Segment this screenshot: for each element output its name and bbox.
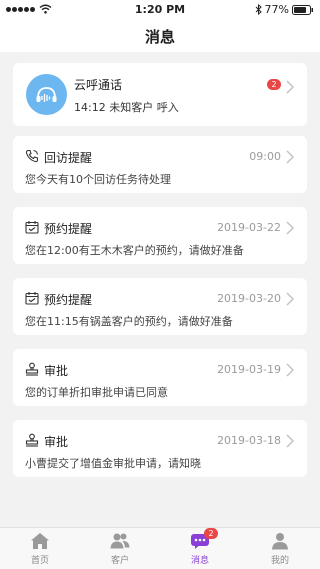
message-card-revisit[interactable]: 回访提醒 09:00 您今天有10个回访任务待处理 bbox=[13, 136, 307, 193]
stamp-icon bbox=[25, 433, 39, 447]
unread-badge: 2 bbox=[267, 79, 281, 90]
battery-icon bbox=[292, 4, 313, 15]
bluetooth-icon bbox=[255, 4, 262, 15]
nav-bar: 消息 bbox=[0, 20, 320, 52]
home-icon bbox=[31, 533, 49, 549]
message-title: 预约提醒 bbox=[44, 222, 93, 236]
message-date: 2019-03-20 bbox=[217, 292, 281, 305]
call-subtitle: 14:12 未知客户 呼入 bbox=[74, 101, 179, 114]
message-title: 预约提醒 bbox=[44, 293, 93, 307]
message-body: 您今天有10个回访任务待处理 bbox=[25, 173, 171, 186]
profile-icon bbox=[272, 533, 288, 550]
chevron-right-icon bbox=[286, 221, 295, 235]
messages-badge: 2 bbox=[204, 528, 218, 539]
message-body: 小曹提交了增值金审批申请，请知晓 bbox=[25, 457, 201, 470]
call-card[interactable]: 云呼通话 14:12 未知客户 呼入 2 bbox=[13, 63, 307, 126]
message-body: 您在11:15有锅盖客户的预约，请做好准备 bbox=[25, 315, 233, 328]
calendar-icon bbox=[25, 292, 39, 305]
tab-bar: 首页 客户 2 消息 我的 bbox=[0, 527, 320, 569]
tab-profile[interactable]: 我的 bbox=[240, 528, 320, 569]
customers-icon bbox=[110, 533, 130, 549]
calendar-icon bbox=[25, 221, 39, 234]
message-date: 2019-03-19 bbox=[217, 363, 281, 376]
chevron-right-icon bbox=[286, 80, 295, 94]
tab-messages[interactable]: 2 消息 bbox=[160, 528, 240, 569]
tab-home[interactable]: 首页 bbox=[0, 528, 80, 569]
chevron-right-icon bbox=[286, 292, 295, 306]
phone-icon bbox=[25, 149, 39, 163]
message-card-appointment[interactable]: 预约提醒 2019-03-20 您在11:15有锅盖客户的预约，请做好准备 bbox=[13, 278, 307, 335]
tab-label: 消息 bbox=[190, 556, 209, 566]
message-date: 09:00 bbox=[249, 150, 281, 163]
message-title: 审批 bbox=[44, 435, 69, 449]
tab-label: 我的 bbox=[270, 556, 289, 566]
tab-label: 首页 bbox=[30, 556, 49, 566]
battery-percent: 77% bbox=[264, 3, 289, 16]
message-card-approval[interactable]: 审批 2019-03-19 您的订单折扣审批申请已同意 bbox=[13, 349, 307, 406]
message-card-appointment[interactable]: 预约提醒 2019-03-22 您在12:00有王木木客户的预约，请做好准备 bbox=[13, 207, 307, 264]
message-date: 2019-03-18 bbox=[217, 434, 281, 447]
message-card-approval[interactable]: 审批 2019-03-18 小曹提交了增值金审批申请，请知晓 bbox=[13, 420, 307, 477]
message-title: 回访提醒 bbox=[44, 151, 93, 165]
call-title: 云呼通话 bbox=[74, 78, 123, 92]
tab-label: 客户 bbox=[110, 556, 129, 566]
chevron-right-icon bbox=[286, 363, 295, 377]
page-title: 消息 bbox=[144, 28, 175, 46]
message-body: 您的订单折扣审批申请已同意 bbox=[25, 386, 168, 399]
phone-sound-icon bbox=[26, 74, 67, 115]
stamp-icon bbox=[25, 362, 39, 376]
message-date: 2019-03-22 bbox=[217, 221, 281, 234]
chevron-right-icon bbox=[286, 434, 295, 448]
status-bar: 1:20 PM 77% bbox=[0, 0, 320, 20]
chevron-right-icon bbox=[286, 150, 295, 164]
message-title: 审批 bbox=[44, 364, 69, 378]
tab-customers[interactable]: 客户 bbox=[80, 528, 160, 569]
message-body: 您在12:00有王木木客户的预约，请做好准备 bbox=[25, 244, 244, 257]
